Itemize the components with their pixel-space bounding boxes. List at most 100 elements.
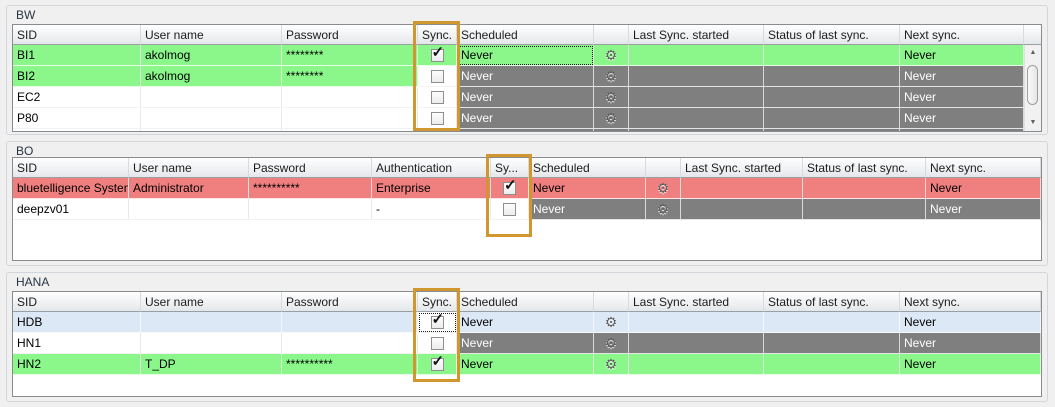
- cell-password[interactable]: [249, 199, 372, 220]
- cell-scheduled[interactable]: Never: [457, 333, 594, 354]
- column-header-authentication[interactable]: Authentication: [372, 158, 491, 178]
- column-header-next-sync[interactable]: Next sync.: [900, 25, 1024, 45]
- cell-user-name[interactable]: akolmog: [141, 45, 282, 66]
- sync-checkbox[interactable]: [431, 70, 444, 83]
- column-header-user-name[interactable]: User name: [129, 158, 249, 178]
- cell-authentication[interactable]: Enterprise: [372, 178, 491, 199]
- scrollbar-thumb[interactable]: [1027, 65, 1038, 105]
- column-header-user-name[interactable]: User name: [141, 292, 282, 312]
- cell-last-sync-started[interactable]: [629, 66, 764, 87]
- column-header-last-sync-started[interactable]: Last Sync. started: [629, 292, 764, 312]
- scroll-down-button[interactable]: ▼: [1025, 116, 1041, 130]
- sync-checkbox[interactable]: [431, 91, 444, 104]
- scroll-up-button[interactable]: ▲: [1025, 46, 1041, 60]
- column-header-next-sync[interactable]: Next sync.: [926, 158, 1041, 178]
- column-header-last-sync-started[interactable]: Last Sync. started: [629, 25, 764, 45]
- cell-next-sync[interactable]: Never: [900, 108, 1024, 129]
- cell-sid[interactable]: BI2: [13, 66, 141, 87]
- cell-scheduled[interactable]: Never: [457, 108, 594, 129]
- cell-last-sync-started[interactable]: [681, 199, 803, 220]
- cell-status-of-last-sync[interactable]: [803, 199, 926, 220]
- cell-user-name[interactable]: [141, 87, 282, 108]
- column-header-password[interactable]: Password: [249, 158, 372, 178]
- cell-next-sync[interactable]: Never: [926, 199, 1041, 220]
- cell-user-name[interactable]: [129, 199, 249, 220]
- column-header-scheduled[interactable]: Scheduled: [457, 25, 594, 45]
- sync-checkbox[interactable]: [431, 112, 444, 125]
- column-header-password[interactable]: Password: [282, 25, 418, 45]
- sync-checkbox[interactable]: ✓: [431, 358, 444, 371]
- cell-next-sync[interactable]: Never: [926, 178, 1041, 199]
- column-header-gear[interactable]: [646, 158, 681, 178]
- sync-checkbox[interactable]: [503, 203, 516, 216]
- cell-scheduled[interactable]: Never: [457, 354, 594, 375]
- schedule-settings-button[interactable]: ⚙: [603, 335, 620, 352]
- cell-user-name[interactable]: [141, 333, 282, 354]
- cell-user-name[interactable]: [141, 312, 282, 333]
- column-header-status-of-last-sync[interactable]: Status of last sync.: [764, 292, 900, 312]
- column-header-scheduled[interactable]: Scheduled: [457, 292, 594, 312]
- cell-sid[interactable]: HDB: [13, 312, 141, 333]
- cell-next-sync[interactable]: Never: [900, 66, 1024, 87]
- column-header-sid[interactable]: SID: [13, 158, 129, 178]
- cell-next-sync[interactable]: Never: [900, 312, 1041, 333]
- cell-password[interactable]: [282, 312, 418, 333]
- cell-sid[interactable]: P80: [13, 108, 141, 129]
- cell-scheduled[interactable]: Never: [457, 66, 594, 87]
- column-header-sync[interactable]: Sync.: [418, 25, 457, 45]
- schedule-settings-button[interactable]: ⚙: [603, 68, 620, 85]
- cell-user-name[interactable]: Administrator: [129, 178, 249, 199]
- cell-password[interactable]: [282, 333, 418, 354]
- cell-scheduled[interactable]: Never: [457, 45, 594, 66]
- cell-status-of-last-sync[interactable]: [764, 87, 900, 108]
- cell-last-sync-started[interactable]: [629, 333, 764, 354]
- schedule-settings-button[interactable]: ⚙: [603, 47, 620, 64]
- cell-user-name[interactable]: [141, 108, 282, 129]
- cell-last-sync-started[interactable]: [629, 108, 764, 129]
- column-header-sid[interactable]: SID: [13, 25, 141, 45]
- cell-sid[interactable]: bluetelligence System: [13, 178, 129, 199]
- cell-password[interactable]: ********: [282, 45, 418, 66]
- cell-scheduled[interactable]: Never: [457, 312, 594, 333]
- cell-sid[interactable]: BI1: [13, 45, 141, 66]
- cell-scheduled[interactable]: Never: [529, 178, 646, 199]
- cell-status-of-last-sync[interactable]: [764, 333, 900, 354]
- schedule-settings-button[interactable]: ⚙: [603, 356, 620, 373]
- column-header-sync[interactable]: Sync.: [418, 292, 457, 312]
- sync-checkbox[interactable]: [431, 337, 444, 350]
- cell-status-of-last-sync[interactable]: [764, 312, 900, 333]
- cell-sid[interactable]: deepzv01: [13, 199, 129, 220]
- cell-password[interactable]: [282, 87, 418, 108]
- cell-next-sync[interactable]: Never: [900, 87, 1024, 108]
- cell-last-sync-started[interactable]: [629, 354, 764, 375]
- cell-status-of-last-sync[interactable]: [764, 66, 900, 87]
- column-header-gear[interactable]: [594, 292, 629, 312]
- cell-user-name[interactable]: akolmog: [141, 66, 282, 87]
- cell-sid[interactable]: HN1: [13, 333, 141, 354]
- cell-status-of-last-sync[interactable]: [764, 45, 900, 66]
- column-header-sid[interactable]: SID: [13, 292, 141, 312]
- cell-sid[interactable]: EC2: [13, 87, 141, 108]
- column-header-scheduled[interactable]: Scheduled: [529, 158, 646, 178]
- column-header-password[interactable]: Password: [282, 292, 418, 312]
- cell-status-of-last-sync[interactable]: [803, 178, 926, 199]
- column-header-user-name[interactable]: User name: [141, 25, 282, 45]
- cell-user-name[interactable]: T_DP: [141, 354, 282, 375]
- schedule-settings-button[interactable]: ⚙: [603, 89, 620, 106]
- vertical-scrollbar[interactable]: ▲▼: [1024, 45, 1041, 131]
- cell-status-of-last-sync[interactable]: [764, 108, 900, 129]
- cell-authentication[interactable]: -: [372, 199, 491, 220]
- cell-sid[interactable]: HN2: [13, 354, 141, 375]
- schedule-settings-button[interactable]: ⚙: [603, 110, 620, 127]
- column-header-status-of-last-sync[interactable]: Status of last sync.: [803, 158, 926, 178]
- schedule-settings-button[interactable]: ⚙: [655, 201, 672, 218]
- cell-next-sync[interactable]: Never: [900, 333, 1041, 354]
- cell-password[interactable]: **********: [249, 178, 372, 199]
- cell-last-sync-started[interactable]: [629, 87, 764, 108]
- cell-next-sync[interactable]: Never: [900, 45, 1024, 66]
- cell-last-sync-started[interactable]: [629, 45, 764, 66]
- sync-checkbox[interactable]: ✓: [431, 316, 444, 329]
- cell-password[interactable]: ********: [282, 66, 418, 87]
- column-header-sync[interactable]: Sy...: [491, 158, 529, 178]
- sync-checkbox[interactable]: ✓: [431, 49, 444, 62]
